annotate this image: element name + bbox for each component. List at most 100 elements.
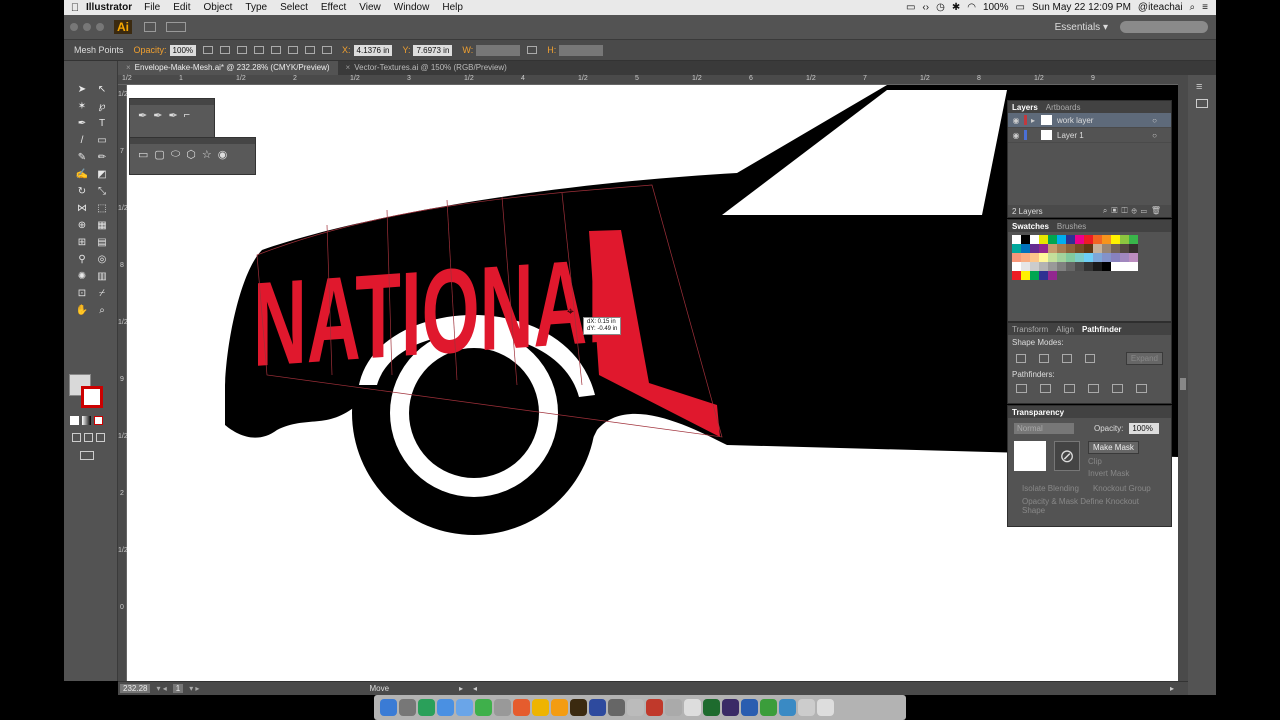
align-left-icon[interactable]: [220, 46, 231, 54]
invert-mask-checkbox[interactable]: Invert Mask: [1088, 469, 1139, 478]
exclude-icon[interactable]: [1084, 354, 1095, 363]
swatch-69[interactable]: [1129, 271, 1138, 280]
system-preferences-icon[interactable]: [779, 699, 796, 716]
swatch-5[interactable]: [1057, 235, 1066, 244]
divide-icon[interactable]: [1016, 384, 1027, 393]
polygon-tool-icon[interactable]: ⬡: [186, 148, 196, 161]
textedit-icon[interactable]: [684, 699, 701, 716]
artboard-nav-icon[interactable]: ▾ ▸: [189, 684, 199, 693]
free-transform-tool-icon[interactable]: ⬚: [92, 200, 112, 216]
align-bottom-icon[interactable]: [305, 46, 316, 54]
swatch-34[interactable]: [1066, 253, 1075, 262]
column-graph-tool-icon[interactable]: ▥: [92, 268, 112, 284]
apple-icon[interactable]: : [64, 2, 86, 14]
close-window-button[interactable]: [70, 23, 78, 31]
swatch-16[interactable]: [1030, 244, 1039, 253]
swatch-14[interactable]: [1012, 244, 1021, 253]
document-icon[interactable]: [627, 699, 644, 716]
horizontal-ruler[interactable]: 1/2 1 1/2 2 1/2 3 1/2 4 1/2 5 1/2 6 1/2 7 1/2 8 1/2 9: [118, 75, 1178, 85]
swatch-62[interactable]: [1066, 271, 1075, 280]
tab-transform[interactable]: Transform: [1012, 325, 1048, 334]
layer-name[interactable]: work layer: [1057, 116, 1093, 125]
finder-icon[interactable]: [380, 699, 397, 716]
collapsed-panel-icon[interactable]: [1196, 99, 1208, 108]
facetime-icon[interactable]: [475, 699, 492, 716]
target-icon[interactable]: ○: [1152, 131, 1157, 140]
swatch-25[interactable]: [1111, 244, 1120, 253]
swatch-41[interactable]: [1129, 253, 1138, 262]
add-anchor-icon[interactable]: ✒: [153, 109, 162, 122]
tab-artboards[interactable]: Artboards: [1046, 103, 1081, 112]
align-top-icon[interactable]: [271, 46, 282, 54]
swatch-61[interactable]: [1057, 271, 1066, 280]
app-store-icon[interactable]: [437, 699, 454, 716]
scroll-right-icon[interactable]: ▸: [1170, 684, 1174, 693]
menu-window[interactable]: Window: [394, 2, 430, 13]
draw-normal-icon[interactable]: [72, 433, 81, 442]
h-field[interactable]: [559, 44, 604, 56]
magic-wand-tool-icon[interactable]: ✶: [72, 98, 92, 114]
swatch-6[interactable]: [1066, 235, 1075, 244]
reference-point-icon[interactable]: [322, 46, 333, 54]
close-tab-icon[interactable]: ×: [126, 63, 131, 72]
swatch-29[interactable]: [1021, 253, 1030, 262]
opacity-link[interactable]: Opacity:: [134, 45, 167, 55]
chrome-icon[interactable]: [532, 699, 549, 716]
pencil-tool-icon[interactable]: ✏: [92, 149, 112, 165]
eraser-tool-icon[interactable]: ◩: [92, 166, 112, 182]
swatch-44[interactable]: [1030, 262, 1039, 271]
swatch-9[interactable]: [1093, 235, 1102, 244]
minus-back-icon[interactable]: [1136, 384, 1147, 393]
battery-percent[interactable]: 100%: [983, 2, 1009, 13]
swatch-13[interactable]: [1129, 235, 1138, 244]
menu-object[interactable]: Object: [203, 2, 232, 13]
layer-row-layer-1[interactable]: ◉ Layer 1 ○: [1008, 128, 1171, 143]
swatch-11[interactable]: [1111, 235, 1120, 244]
blend-mode-select[interactable]: Normal: [1014, 423, 1074, 434]
swatch-20[interactable]: [1066, 244, 1075, 253]
constrain-link-icon[interactable]: [527, 46, 538, 54]
swatch-68[interactable]: [1120, 271, 1129, 280]
code-icon[interactable]: ‹›: [922, 2, 929, 13]
bluetooth-icon[interactable]: ✱: [952, 2, 960, 13]
swatch-49[interactable]: [1075, 262, 1084, 271]
zoom-level-field[interactable]: 232.28: [120, 684, 151, 693]
swatch-26[interactable]: [1120, 244, 1129, 253]
panel-menu-icon[interactable]: ≡: [1196, 81, 1202, 93]
swatch-36[interactable]: [1084, 253, 1093, 262]
swatch-47[interactable]: [1057, 262, 1066, 271]
tab-swatches[interactable]: Swatches: [1012, 222, 1049, 231]
swatch-31[interactable]: [1039, 253, 1048, 262]
swatch-23[interactable]: [1093, 244, 1102, 253]
visibility-eye-icon[interactable]: ◉: [1008, 131, 1024, 140]
artboard-tool-icon[interactable]: ⊡: [72, 285, 92, 301]
audition-icon[interactable]: [703, 699, 720, 716]
swatch-30[interactable]: [1030, 253, 1039, 262]
swatch-39[interactable]: [1111, 253, 1120, 262]
messages-icon[interactable]: [760, 699, 777, 716]
screen-mode-icon[interactable]: [80, 451, 94, 460]
menu-help[interactable]: Help: [442, 2, 463, 13]
artboard-number-field[interactable]: 1: [172, 684, 184, 693]
draw-behind-icon[interactable]: [84, 433, 93, 442]
swatch-33[interactable]: [1057, 253, 1066, 262]
app-name-menu[interactable]: Illustrator: [86, 2, 132, 13]
stroke-swatch[interactable]: [81, 386, 103, 408]
scroll-thumb[interactable]: [1180, 378, 1186, 390]
merge-icon[interactable]: [1064, 384, 1075, 393]
close-tab-icon[interactable]: ×: [346, 63, 351, 72]
tab-layers[interactable]: Layers: [1012, 103, 1038, 112]
layer-name[interactable]: Layer 1: [1057, 131, 1084, 140]
make-mask-button[interactable]: Make Mask: [1088, 441, 1139, 454]
outline-icon[interactable]: [1112, 384, 1123, 393]
time-machine-icon[interactable]: ◷: [936, 2, 945, 13]
symbol-sprayer-tool-icon[interactable]: ✺: [72, 268, 92, 284]
tab-align[interactable]: Align: [1056, 325, 1074, 334]
isolate-blending-checkbox[interactable]: Isolate Blending: [1022, 484, 1079, 493]
swatch-1[interactable]: [1021, 235, 1030, 244]
visibility-eye-icon[interactable]: ◉: [1008, 116, 1024, 125]
swatch-32[interactable]: [1048, 253, 1057, 262]
star-tool-icon[interactable]: ☆: [202, 148, 212, 161]
tab-envelope-make-mesh[interactable]: × Envelope-Make-Mesh.ai* @ 232.28% (CMYK/…: [118, 61, 338, 75]
selection-tool-icon[interactable]: ➤: [72, 81, 92, 97]
